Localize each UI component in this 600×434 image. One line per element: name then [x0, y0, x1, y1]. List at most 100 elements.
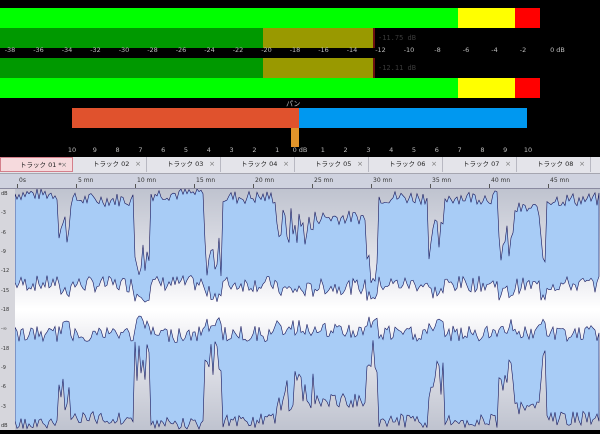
peak-meter-left-green [0, 8, 458, 28]
rms-meter-left-olive [263, 28, 373, 48]
peak-meter-right-yellow [458, 78, 515, 98]
close-icon[interactable]: × [505, 157, 511, 172]
db-gutter-label: -12 [1, 268, 10, 275]
pan-scale-label: 10 [67, 146, 77, 154]
db-gutter-label: -6 [1, 384, 6, 391]
pan-scale-label: 1 [275, 146, 280, 154]
pan-scale-label: 4 [389, 146, 394, 154]
ruler-label: 30 mn [373, 177, 393, 184]
tab-track-8[interactable]: トラック 08 × [518, 157, 591, 172]
pan-scale-label: 9 [503, 146, 508, 154]
ruler-label: 0s [19, 177, 26, 184]
waveform-svg [14, 187, 600, 430]
waveform-display[interactable] [14, 187, 600, 430]
close-icon[interactable]: × [283, 157, 289, 172]
peak-meter-right-green [0, 78, 458, 98]
db-gutter-label: -18 [1, 307, 10, 313]
pan-scale-label: 5 [411, 146, 417, 154]
rms-meter-right-dark [0, 58, 263, 78]
tab-track-3[interactable]: トラック 03 × [148, 157, 221, 172]
meter-scale-label: -20 [261, 46, 272, 54]
pan-scale-label: 6 [161, 146, 166, 154]
time-ruler[interactable]: 0s 5 mn 10 mn 15 mn 20 mn 25 mn 30 mn 35 mn 40 m… [0, 174, 600, 189]
meter-scale-label: -26 [175, 46, 187, 54]
pan-scale-label: 7 [457, 146, 462, 154]
db-gutter-label: -3 [1, 210, 6, 217]
pan-scale-label: 10 [523, 146, 533, 154]
db-gutter-label: dB [1, 423, 8, 429]
tab-label: トラック 03 [167, 160, 204, 168]
ruler-label: 35 mn [432, 177, 452, 184]
close-icon[interactable]: × [61, 158, 67, 173]
rms-peak-marker-right [373, 58, 375, 78]
pan-scale-label: 5 [183, 146, 189, 154]
meter-scale-label: -10 [403, 46, 415, 54]
pan-scale-label: 9 [92, 146, 97, 154]
db-gutter-label: -∞ [1, 326, 7, 333]
pan-scale-label: 8 [115, 146, 120, 154]
close-icon[interactable]: × [431, 157, 437, 172]
level-meter-panel: -11.75 dB -38 -36 -34 -32 -30 -28 -26 -24 -22 -20… [0, 0, 600, 106]
tab-label: トラック 02 [93, 160, 130, 168]
db-gutter-label: -3 [1, 403, 6, 410]
meter-scale-label: -30 [118, 46, 130, 54]
rms-left-readout: -11.75 dB [378, 34, 416, 42]
ruler-label: 40 mn [491, 177, 511, 184]
meter-scale-label: -12 [375, 46, 386, 54]
meter-scale-label: 0 dB [550, 46, 565, 54]
close-icon[interactable]: × [135, 157, 141, 172]
meter-scale: -38 -36 -34 -32 -30 -28 -26 -24 -22 -20 -18 -16 -14 -… [0, 46, 600, 58]
db-gutter: dB -3 -6 -9 -12 -15 -18 -∞ -18 -9 -6 -3 dB [0, 189, 16, 430]
db-gutter-label: -6 [1, 229, 6, 236]
meter-scale-label: -18 [289, 46, 301, 54]
pan-scale-label: 3 [366, 146, 371, 154]
channel-divider [15, 309, 600, 311]
tab-label: トラック 01 * [20, 161, 62, 169]
ruler-label: 25 mn [314, 177, 334, 184]
db-gutter-label: -9 [1, 365, 6, 371]
close-icon[interactable]: × [579, 157, 585, 172]
tab-track-4[interactable]: トラック 04 × [222, 157, 295, 172]
peak-meter-left-red [515, 8, 540, 28]
db-gutter-label: dB [1, 191, 8, 197]
tab-track-7[interactable]: トラック 07 × [444, 157, 517, 172]
peak-meter-left-yellow [458, 8, 515, 28]
tab-track-6[interactable]: トラック 06 × [370, 157, 443, 172]
pan-right-bar [299, 108, 527, 128]
close-icon[interactable]: × [357, 157, 363, 172]
meter-scale-label: -24 [204, 46, 215, 54]
pan-scale-label: 1 [320, 146, 325, 154]
db-gutter-label: -9 [1, 249, 6, 255]
pan-panel: パン 10 9 8 7 6 5 4 3 2 1 0 dB 1 2 3 4 5 6 7 8 9 10 [0, 100, 600, 156]
meter-scale-label: -16 [318, 46, 329, 54]
ruler-label: 5 mn [78, 177, 94, 184]
rms-peak-marker-left [373, 28, 375, 48]
rms-meter-left-dark [0, 28, 263, 48]
meter-scale-label: -36 [33, 46, 44, 54]
rms-meter-right-olive [263, 58, 373, 78]
ruler-label: 15 mn [196, 177, 216, 184]
meter-scale-label: -14 [346, 46, 358, 54]
tab-track-2[interactable]: トラック 02 × [74, 157, 147, 172]
meter-scale-label: -8 [434, 46, 441, 54]
close-icon[interactable]: × [209, 157, 215, 172]
pan-scale-label: 6 [434, 146, 439, 154]
pan-scale-label: 0 dB [292, 146, 308, 154]
pan-slider-handle[interactable] [291, 128, 299, 147]
meter-scale-label: -32 [90, 46, 101, 54]
meter-scale-label: -4 [491, 46, 498, 54]
tab-label: トラック 07 [463, 160, 500, 168]
pan-scale-label: 2 [252, 146, 257, 154]
meter-scale-label: -28 [147, 46, 158, 54]
meter-scale-label: -38 [4, 46, 16, 54]
peak-meter-right-red [515, 78, 540, 98]
tab-label: トラック 06 [389, 160, 426, 168]
db-gutter-label: -15 [1, 287, 10, 294]
ruler-label: 45 mn [550, 177, 570, 184]
ruler-label: 20 mn [255, 177, 275, 184]
tab-label: トラック 04 [241, 160, 278, 168]
tab-track-1[interactable]: トラック 01 * × [0, 157, 73, 172]
pan-scale-label: 7 [138, 146, 143, 154]
tab-track-5[interactable]: トラック 05 × [296, 157, 369, 172]
pan-scale-label: 3 [229, 146, 234, 154]
